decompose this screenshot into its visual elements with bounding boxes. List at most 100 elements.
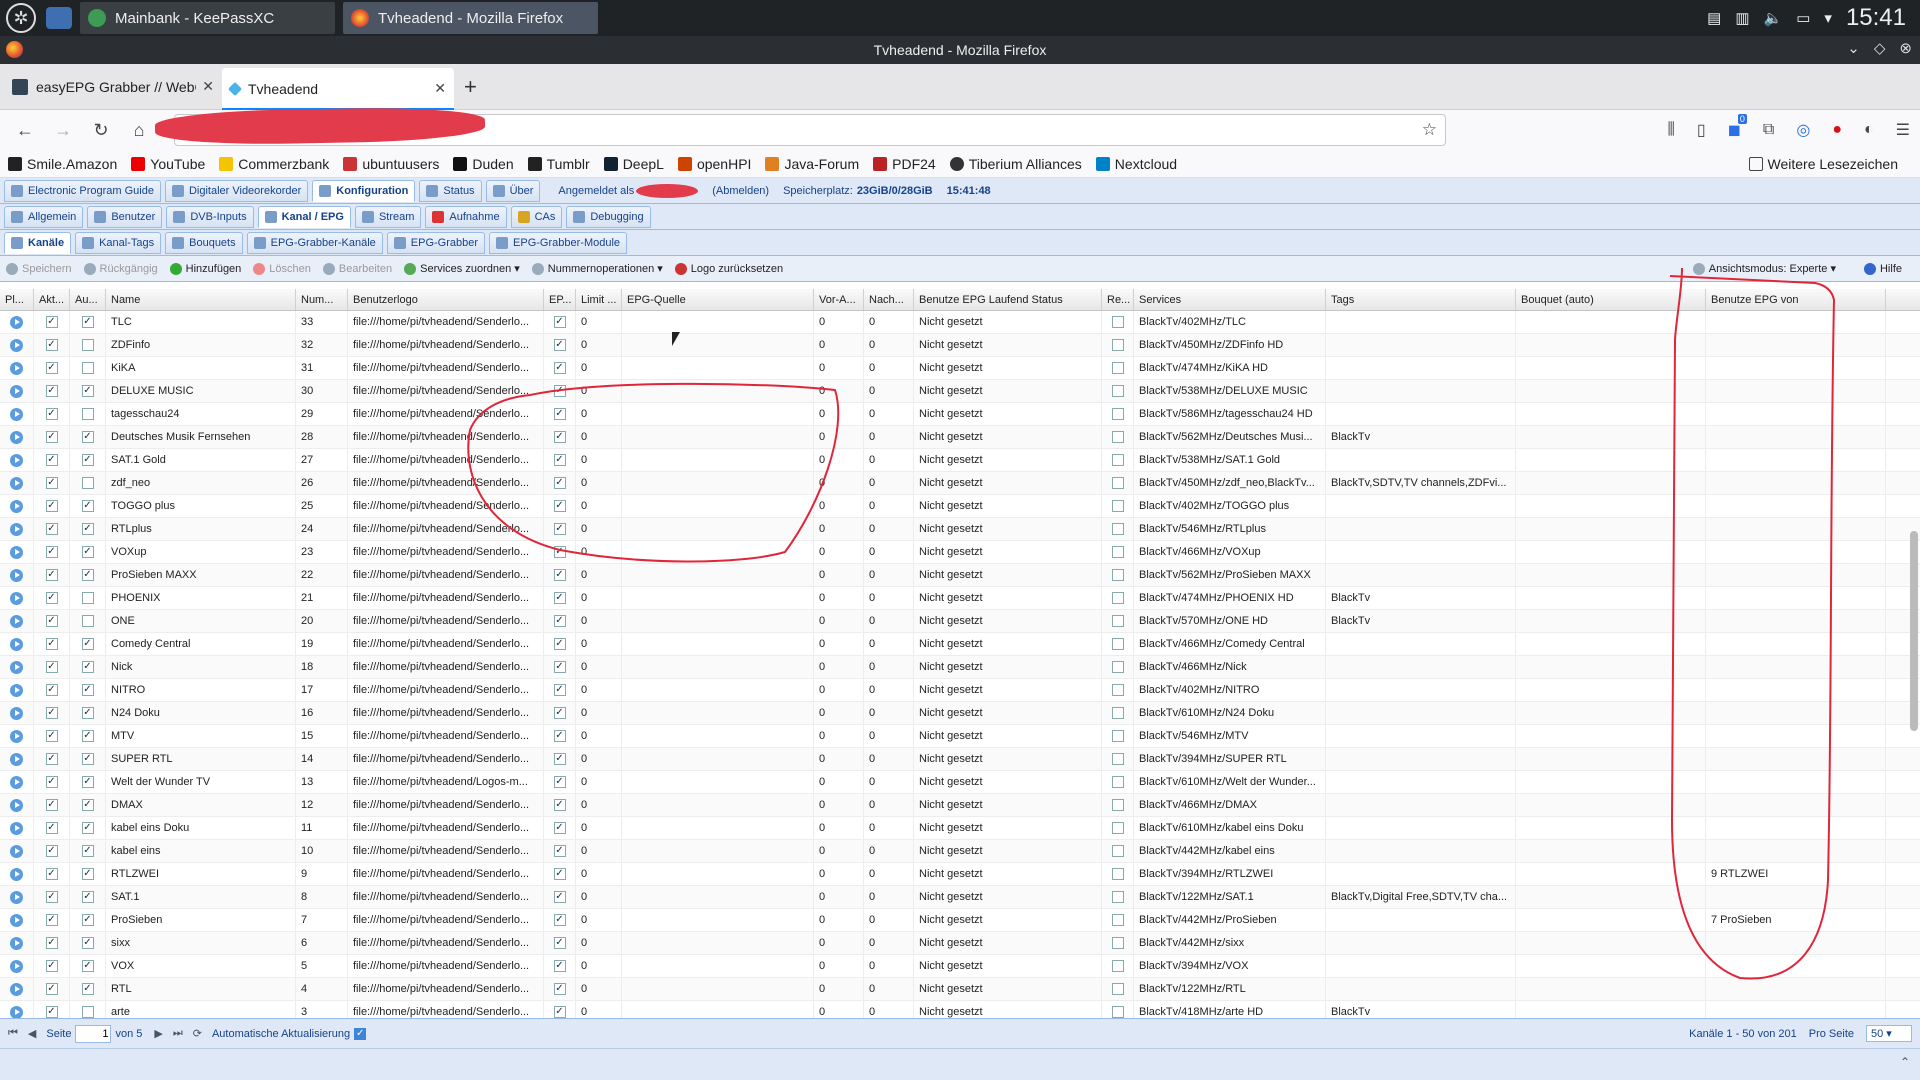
cell-play[interactable] bbox=[0, 794, 34, 816]
epg-checkbox[interactable]: ✓ bbox=[553, 707, 566, 719]
epg-checkbox[interactable]: ✓ bbox=[553, 730, 566, 742]
cell-remote[interactable] bbox=[1102, 679, 1134, 701]
table-row[interactable]: ✓ ✓ Welt der Wunder TV 13 file:///home/pi/tv… bbox=[0, 771, 1920, 794]
remote-checkbox[interactable] bbox=[1111, 408, 1124, 420]
autoname-checkbox[interactable]: ✓ bbox=[81, 868, 94, 880]
cell-enabled[interactable]: ✓ bbox=[34, 311, 70, 333]
minimize-icon[interactable]: ⌄ bbox=[1847, 39, 1860, 57]
remote-checkbox[interactable] bbox=[1111, 615, 1124, 627]
display-icon[interactable]: ▭ bbox=[1796, 9, 1810, 27]
autoname-checkbox[interactable]: ✓ bbox=[81, 707, 94, 719]
play-icon[interactable] bbox=[10, 982, 23, 996]
cell-enabled[interactable]: ✓ bbox=[34, 748, 70, 770]
autoname-checkbox[interactable] bbox=[81, 477, 94, 489]
remote-checkbox[interactable] bbox=[1111, 569, 1124, 581]
play-icon[interactable] bbox=[10, 522, 23, 536]
remote-checkbox[interactable] bbox=[1111, 868, 1124, 880]
tab-epg-grabber-modules[interactable]: EPG-Grabber-Module bbox=[489, 231, 628, 254]
cell-remote[interactable] bbox=[1102, 955, 1134, 977]
cell-autoname[interactable]: ✓ bbox=[70, 794, 106, 816]
epg-checkbox[interactable]: ✓ bbox=[553, 569, 566, 581]
epg-checkbox[interactable]: ✓ bbox=[553, 1006, 566, 1018]
enabled-checkbox[interactable]: ✓ bbox=[45, 822, 58, 834]
table-row[interactable]: ✓ zdf_neo 26 file:///home/pi/tvheadend/Send… bbox=[0, 472, 1920, 495]
table-row[interactable]: ✓ ✓ SAT.1 8 file:///home/pi/tvheadend/Sender… bbox=[0, 886, 1920, 909]
cell-enabled[interactable]: ✓ bbox=[34, 886, 70, 908]
clipboard-icon[interactable]: ▤ bbox=[1707, 9, 1721, 27]
cell-remote[interactable] bbox=[1102, 472, 1134, 494]
tab-status[interactable]: Status bbox=[419, 179, 482, 202]
remote-checkbox[interactable] bbox=[1111, 316, 1124, 328]
epg-checkbox[interactable]: ✓ bbox=[553, 431, 566, 443]
cell-epg[interactable]: ✓ bbox=[544, 449, 576, 471]
autoname-checkbox[interactable]: ✓ bbox=[81, 569, 94, 581]
enabled-checkbox[interactable]: ✓ bbox=[45, 592, 58, 604]
play-icon[interactable] bbox=[10, 545, 23, 559]
tab-users[interactable]: Benutzer bbox=[87, 205, 163, 228]
enabled-checkbox[interactable]: ✓ bbox=[45, 845, 58, 857]
cell-play[interactable] bbox=[0, 909, 34, 931]
sidebar-icon[interactable]: ▯ bbox=[1697, 120, 1706, 140]
cell-remote[interactable] bbox=[1102, 932, 1134, 954]
tab-channel-tags[interactable]: Kanal-Tags bbox=[75, 231, 162, 254]
cell-remote[interactable] bbox=[1102, 610, 1134, 632]
cell-remote[interactable] bbox=[1102, 426, 1134, 448]
opera-extension-icon[interactable]: ● bbox=[1832, 121, 1842, 139]
autoname-checkbox[interactable]: ✓ bbox=[81, 385, 94, 397]
cell-remote[interactable] bbox=[1102, 541, 1134, 563]
cell-remote[interactable] bbox=[1102, 311, 1134, 333]
new-tab-button[interactable]: + bbox=[464, 74, 477, 100]
cell-enabled[interactable]: ✓ bbox=[34, 472, 70, 494]
enabled-checkbox[interactable]: ✓ bbox=[45, 684, 58, 696]
remote-checkbox[interactable] bbox=[1111, 891, 1124, 903]
autoname-checkbox[interactable]: ✓ bbox=[81, 960, 94, 972]
epg-checkbox[interactable]: ✓ bbox=[553, 845, 566, 857]
enabled-checkbox[interactable]: ✓ bbox=[45, 960, 58, 972]
col-autoname-header[interactable]: Au... bbox=[70, 289, 106, 310]
remote-checkbox[interactable] bbox=[1111, 799, 1124, 811]
expand-icon[interactable]: ⌃ bbox=[1900, 1055, 1910, 1069]
table-row[interactable]: ✓ ✓ RTL 4 file:///home/pi/tvheadend/Senderlo… bbox=[0, 978, 1920, 1001]
bookmark-tiberium[interactable]: Tiberium Alliances bbox=[949, 156, 1082, 172]
cell-enabled[interactable]: ✓ bbox=[34, 564, 70, 586]
enabled-checkbox[interactable]: ✓ bbox=[45, 776, 58, 788]
autoname-checkbox[interactable]: ✓ bbox=[81, 454, 94, 466]
scrollbar-thumb[interactable] bbox=[1910, 531, 1918, 731]
cell-play[interactable] bbox=[0, 748, 34, 770]
cell-play[interactable] bbox=[0, 932, 34, 954]
autoname-checkbox[interactable]: ✓ bbox=[81, 730, 94, 742]
table-row[interactable]: ✓ ✓ Deutsches Musik Fernsehen 28 file:///hom… bbox=[0, 426, 1920, 449]
next-page-icon[interactable]: ▶ bbox=[154, 1027, 162, 1040]
cell-autoname[interactable]: ✓ bbox=[70, 932, 106, 954]
epg-checkbox[interactable]: ✓ bbox=[553, 316, 566, 328]
cell-autoname[interactable]: ✓ bbox=[70, 725, 106, 747]
cell-play[interactable] bbox=[0, 771, 34, 793]
table-row[interactable]: ✓ ✓ kabel eins Doku 11 file:///home/pi/tvhea… bbox=[0, 817, 1920, 840]
cell-autoname[interactable]: ✓ bbox=[70, 656, 106, 678]
epg-checkbox[interactable]: ✓ bbox=[553, 546, 566, 558]
cell-play[interactable] bbox=[0, 955, 34, 977]
enabled-checkbox[interactable]: ✓ bbox=[45, 615, 58, 627]
enabled-checkbox[interactable]: ✓ bbox=[45, 707, 58, 719]
menu-icon[interactable]: ☰ bbox=[1896, 120, 1910, 140]
map-services-button[interactable]: Services zuordnen ▾ bbox=[404, 262, 520, 275]
remote-checkbox[interactable] bbox=[1111, 960, 1124, 972]
play-icon[interactable] bbox=[10, 775, 23, 789]
cell-remote[interactable] bbox=[1102, 794, 1134, 816]
table-row[interactable]: ✓ ZDFinfo 32 file:///home/pi/tvheadend/Send… bbox=[0, 334, 1920, 357]
col-services-header[interactable]: Services bbox=[1134, 289, 1326, 310]
table-row[interactable]: ✓ ✓ N24 Doku 16 file:///home/pi/tvheadend/Se… bbox=[0, 702, 1920, 725]
table-row[interactable]: ✓ KiKA 31 file:///home/pi/tvheadend/Senderl… bbox=[0, 357, 1920, 380]
enabled-checkbox[interactable]: ✓ bbox=[45, 799, 58, 811]
cell-epg[interactable]: ✓ bbox=[544, 932, 576, 954]
table-row[interactable]: ✓ ✓ SUPER RTL 14 file:///home/pi/tvheadend/S… bbox=[0, 748, 1920, 771]
play-icon[interactable] bbox=[10, 867, 23, 881]
play-icon[interactable] bbox=[10, 821, 23, 835]
cell-autoname[interactable]: ✓ bbox=[70, 748, 106, 770]
play-icon[interactable] bbox=[10, 844, 23, 858]
tab-dvb-inputs[interactable]: DVB-Inputs bbox=[166, 205, 254, 228]
cell-enabled[interactable]: ✓ bbox=[34, 449, 70, 471]
cell-autoname[interactable]: ✓ bbox=[70, 886, 106, 908]
cell-play[interactable] bbox=[0, 587, 34, 609]
number-operations-button[interactable]: Nummernoperationen ▾ bbox=[531, 262, 663, 275]
